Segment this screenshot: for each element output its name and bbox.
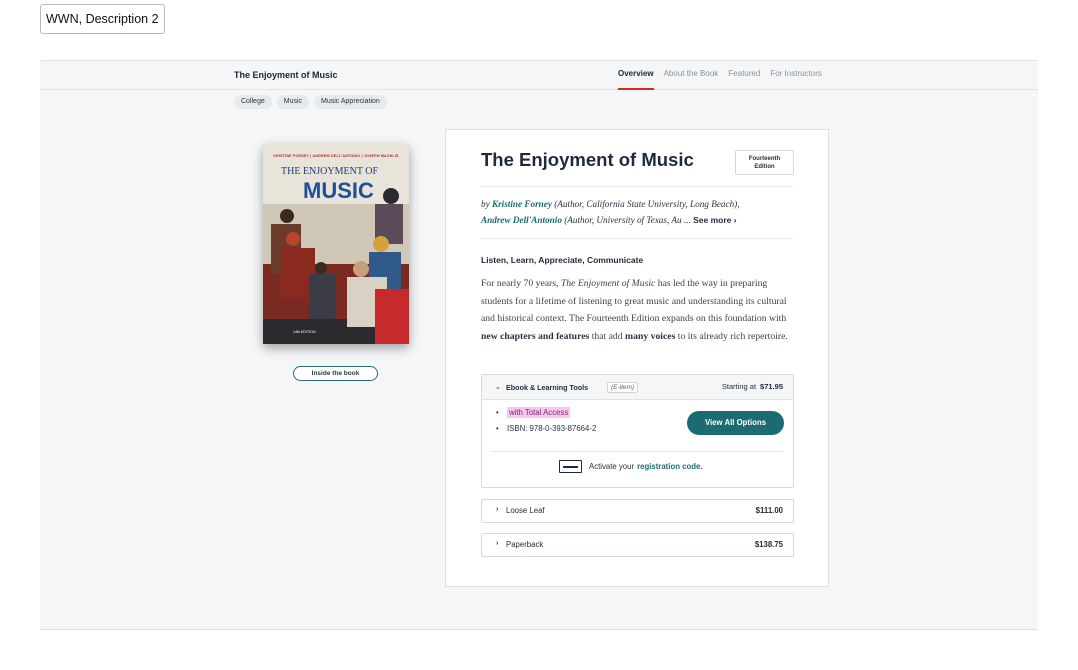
desc-bold: new chapters and features	[481, 330, 590, 342]
desc-title-italic: The Enjoyment of Music	[560, 278, 656, 289]
isbn-text: ISBN: 978-0-393-87664-2	[507, 424, 597, 433]
chevron-right-icon: ›	[733, 215, 737, 225]
starting-at-label: Starting at	[721, 382, 757, 391]
product-page: The Enjoyment of Music Overview About th…	[40, 60, 1038, 630]
section-tabs: Overview About the Book Featured For Ins…	[618, 61, 832, 90]
desc-bold: many voices	[625, 330, 676, 342]
format-paperback-row[interactable]: › Paperback $138.75	[481, 533, 794, 557]
format-price: $111.00	[755, 506, 783, 515]
registration-code-link[interactable]: registration code.	[637, 462, 702, 471]
view-all-options-button[interactable]: View All Options	[687, 411, 784, 435]
see-more-label: See more	[693, 215, 732, 225]
format-name: Loose Leaf	[506, 506, 545, 515]
divider	[481, 186, 793, 187]
nav-book-title[interactable]: The Enjoyment of Music	[234, 70, 338, 80]
author-role-forney: (Author, California State University, Lo…	[554, 199, 740, 209]
list-item: with Total Access	[496, 406, 596, 422]
divider	[481, 238, 793, 239]
list-item: ISBN: 978-0-393-87664-2	[496, 422, 596, 438]
tab-overview[interactable]: Overview	[618, 61, 654, 90]
credit-card-icon	[559, 460, 582, 473]
window-title: WWN, Description 2	[40, 4, 165, 34]
ebook-details-list: with Total Access ISBN: 978-0-393-87664-…	[496, 406, 596, 438]
see-more-link[interactable]: See more ›	[693, 215, 737, 225]
format-name: Paperback	[506, 540, 544, 549]
cover-authors: KRISTINE FORNEY | ANDREW DELL'ANTONIO | …	[273, 154, 399, 158]
book-cover-image: KRISTINE FORNEY | ANDREW DELL'ANTONIO | …	[263, 144, 409, 344]
byline-by: by	[481, 199, 490, 209]
page-title: The Enjoyment of Music	[481, 149, 694, 170]
author-link-dellantonio[interactable]: Andrew Dell'Antonio	[481, 215, 562, 225]
author-role-dellantonio: (Author, University of Texas, Au ...	[564, 215, 691, 225]
activate-registration-row: Activate your registration code.	[559, 460, 703, 473]
cover-title-line1: THE ENJOYMENT OF	[281, 166, 379, 177]
starting-price: $71.95	[760, 382, 783, 391]
edition-badge: Fourteenth Edition	[735, 150, 794, 175]
format-ebook-starting: Starting at $71.95	[722, 382, 783, 391]
tab-featured[interactable]: Featured	[728, 61, 760, 90]
book-details-card: The Enjoyment of Music Fourteenth Editio…	[445, 129, 829, 587]
inside-the-book-button[interactable]: Inside the book	[293, 366, 378, 381]
edition-badge-line1: Fourteenth	[748, 156, 781, 162]
book-description: For nearly 70 years, The Enjoyment of Mu…	[481, 275, 799, 345]
format-loose-leaf-row[interactable]: › Loose Leaf $111.00	[481, 499, 794, 523]
chevron-right-icon: ›	[496, 540, 499, 547]
top-navigation: The Enjoyment of Music Overview About th…	[40, 61, 1038, 90]
breadcrumb-music-appreciation[interactable]: Music Appreciation	[314, 95, 387, 109]
book-tagline: Listen, Learn, Appreciate, Communicate	[481, 255, 644, 265]
tab-about-the-book[interactable]: About the Book	[664, 61, 719, 90]
chevron-down-icon: ⌄	[495, 384, 501, 391]
tab-for-instructors[interactable]: For Instructors	[770, 61, 822, 90]
divider	[492, 451, 783, 452]
total-access-highlight: with Total Access	[507, 407, 571, 418]
breadcrumb-music[interactable]: Music	[276, 95, 310, 109]
desc-text: that add	[589, 330, 626, 342]
edition-badge-line2: Edition	[754, 164, 775, 170]
desc-text: to its already rich repertoire.	[675, 330, 788, 342]
desc-text: For nearly 70 years,	[481, 278, 561, 289]
format-ebook-header[interactable]: ⌄ Ebook & Learning Tools (E-item) Starti…	[482, 375, 793, 400]
cover-edition: 14th EDITION	[293, 330, 316, 334]
activate-text: Activate your	[589, 462, 635, 471]
format-ebook-panel: ⌄ Ebook & Learning Tools (E-item) Starti…	[481, 374, 794, 488]
breadcrumb-college[interactable]: College	[234, 95, 272, 109]
author-byline: by Kristine Forney (Author, California S…	[481, 196, 801, 228]
chevron-right-icon: ›	[496, 506, 499, 513]
breadcrumb: College Music Music Appreciation	[234, 95, 387, 109]
format-price: $138.75	[754, 540, 783, 549]
format-ebook-tag: (E-item)	[607, 382, 639, 393]
author-link-forney[interactable]: Kristine Forney	[492, 199, 552, 209]
cover-title-line2: MUSIC	[303, 178, 374, 203]
format-ebook-name: Ebook & Learning Tools	[506, 383, 589, 392]
